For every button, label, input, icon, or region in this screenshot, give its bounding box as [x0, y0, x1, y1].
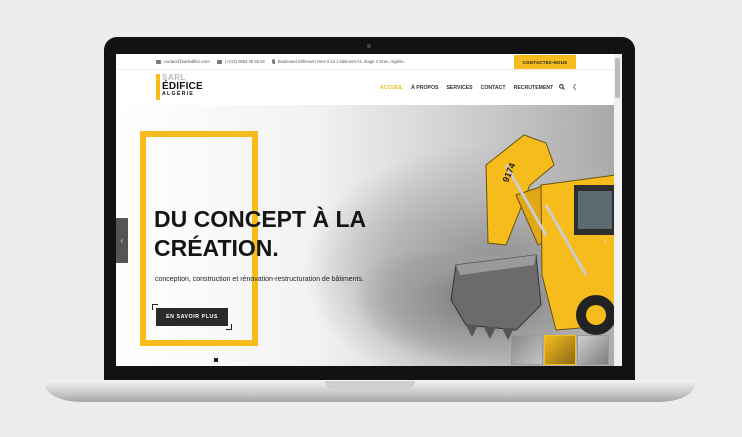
- topbar-email[interactable]: contact@sarledifice.com: [156, 59, 210, 64]
- logo-country: ALGÉRIE: [162, 91, 195, 97]
- chevron-right-icon[interactable]: ›: [600, 225, 610, 255]
- logo-text: SARL ÉDIFICE ALGÉRIE: [162, 74, 203, 100]
- scrollbar[interactable]: [614, 54, 622, 366]
- logo-accent-bar: [156, 74, 160, 100]
- slide-thumbnail[interactable]: [544, 335, 576, 365]
- hero-title-line1: DU CONCEPT À LA: [154, 206, 367, 232]
- learn-more-button[interactable]: EN SAVOIR PLUS: [156, 308, 228, 326]
- hero-slider: 9174 DU CONCEPT À LA CRÉATION. conceptio…: [116, 105, 614, 366]
- nav-item-services[interactable]: SERVICES: [446, 85, 472, 91]
- contact-us-button[interactable]: CONTACTEZ-NOUS: [514, 55, 576, 69]
- slide-thumbnail[interactable]: [511, 335, 543, 365]
- laptop-notch: [325, 381, 415, 389]
- site-logo[interactable]: SARL ÉDIFICE ALGÉRIE: [156, 74, 203, 100]
- envelope-icon: [156, 59, 161, 64]
- slider-dot[interactable]: [412, 358, 416, 362]
- main-navbar: SARL ÉDIFICE ALGÉRIE ACCUEIL À PROPOS SE…: [116, 70, 622, 105]
- nav-icons: [559, 84, 585, 92]
- main-menu: ACCUEIL À PROPOS SERVICES CONTACT RECRUT…: [380, 85, 561, 91]
- address-text: Boulevard millénium zone 5 lot 1 bâtimen…: [277, 59, 405, 64]
- hero-title-line2: CRÉATION.: [154, 235, 279, 262]
- nav-item-recrutement[interactable]: RECRUTEMENT: [514, 85, 554, 91]
- half-circle-icon[interactable]: [572, 84, 578, 92]
- scrollbar-thumb[interactable]: [615, 58, 620, 98]
- hero-title: DU CONCEPT À LA CRÉATION.: [154, 205, 414, 264]
- phone-text: (+213) 0553 48 65 62: [224, 59, 265, 64]
- map-pin-icon: [271, 59, 275, 64]
- slider-thumbnails: [511, 335, 610, 365]
- topbar-phone[interactable]: (+213) 0553 48 65 62: [216, 59, 265, 64]
- search-icon[interactable]: [559, 84, 565, 92]
- chevron-left-icon[interactable]: ‹: [116, 218, 128, 263]
- camera-icon: [367, 44, 371, 48]
- topbar-address: Boulevard millénium zone 5 lot 1 bâtimen…: [271, 59, 405, 64]
- slider-dot[interactable]: [214, 358, 218, 362]
- website-screen: contact@sarledifice.com (+213) 0553 48 6…: [116, 54, 622, 366]
- excavator-image: 9174: [450, 134, 614, 340]
- slide-thumbnail[interactable]: [577, 335, 609, 365]
- nav-item-a-propos[interactable]: À PROPOS: [411, 85, 438, 91]
- email-text: contact@sarledifice.com: [164, 59, 210, 64]
- nav-item-accueil[interactable]: ACCUEIL: [380, 85, 403, 91]
- hero-subtitle: conception, construction et rénovation-r…: [155, 276, 364, 283]
- button-corner-decoration: [226, 324, 232, 330]
- phone-icon: [216, 59, 222, 64]
- nav-item-contact[interactable]: CONTACT: [481, 85, 506, 91]
